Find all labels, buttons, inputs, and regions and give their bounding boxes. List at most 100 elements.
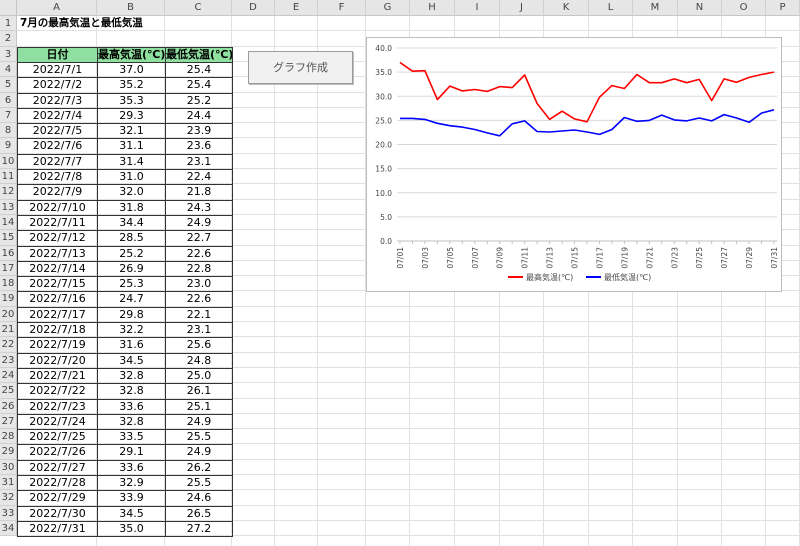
row-header-10[interactable]: 10 [0,154,17,169]
cell-min-temp[interactable]: 21.8 [165,184,233,201]
row-header-22[interactable]: 22 [0,337,17,353]
cell-max-temp[interactable]: 31.6 [97,337,166,354]
cell-max-temp[interactable]: 33.6 [97,460,166,476]
header-max-temp[interactable]: 最高気温(℃) [97,47,166,63]
column-header-b[interactable]: B [97,0,165,16]
row-header-29[interactable]: 29 [0,444,17,460]
cell-date[interactable]: 2022/7/23 [17,399,98,415]
cell-max-temp[interactable]: 34.5 [97,353,166,369]
cell-max-temp[interactable]: 32.0 [97,184,166,201]
column-header-c[interactable]: C [165,0,232,16]
column-header-l[interactable]: L [589,0,633,16]
cell-max-temp[interactable]: 32.8 [97,383,166,400]
cell-min-temp[interactable]: 24.9 [165,215,233,231]
cell-max-temp[interactable]: 32.1 [97,123,166,139]
cell-min-temp[interactable]: 24.3 [165,200,233,216]
header-date[interactable]: 日付 [17,47,98,63]
cell-min-temp[interactable]: 26.5 [165,506,233,522]
cell-min-temp[interactable]: 26.1 [165,383,233,400]
cell-max-temp[interactable]: 31.8 [97,200,166,216]
cell-date[interactable]: 2022/7/27 [17,460,98,476]
row-header-12[interactable]: 12 [0,184,17,200]
column-header-k[interactable]: K [544,0,589,16]
cell-max-temp[interactable]: 29.3 [97,108,166,124]
row-header-17[interactable]: 17 [0,261,17,276]
cell-max-temp[interactable]: 33.6 [97,399,166,415]
cell-min-temp[interactable]: 22.1 [165,307,233,323]
cell-min-temp[interactable]: 22.6 [165,291,233,308]
row-header-11[interactable]: 11 [0,169,17,184]
cell-date[interactable]: 2022/7/20 [17,353,98,369]
row-header-9[interactable]: 9 [0,138,17,154]
column-header-e[interactable]: E [275,0,318,16]
cell-max-temp[interactable]: 32.8 [97,414,166,430]
cell-min-temp[interactable]: 25.1 [165,399,233,415]
cell-date[interactable]: 2022/7/11 [17,215,98,231]
cell-date[interactable]: 2022/7/13 [17,246,98,262]
cell-min-temp[interactable]: 22.4 [165,169,233,185]
row-header-2[interactable]: 2 [0,31,17,47]
cell-min-temp[interactable]: 25.5 [165,475,233,491]
cell-date[interactable]: 2022/7/12 [17,230,98,247]
row-header-13[interactable]: 13 [0,200,17,215]
row-header-19[interactable]: 19 [0,291,17,307]
cell-date[interactable]: 2022/7/4 [17,108,98,124]
row-header-26[interactable]: 26 [0,399,17,414]
cell-max-temp[interactable]: 26.9 [97,261,166,277]
row-header-31[interactable]: 31 [0,475,17,490]
create-chart-button[interactable]: グラフ作成 [248,51,353,84]
cell-max-temp[interactable]: 25.2 [97,246,166,262]
cell-min-temp[interactable]: 25.4 [165,62,233,78]
cell-max-temp[interactable]: 35.0 [97,521,166,537]
row-header-20[interactable]: 20 [0,307,17,322]
row-header-18[interactable]: 18 [0,276,17,291]
cell-date[interactable]: 2022/7/1 [17,62,98,78]
cell-date[interactable]: 2022/7/30 [17,506,98,522]
cell-min-temp[interactable]: 24.4 [165,108,233,124]
column-header-m[interactable]: M [633,0,678,16]
column-header-o[interactable]: O [722,0,766,16]
cell-min-temp[interactable]: 22.6 [165,246,233,262]
column-header-h[interactable]: H [410,0,455,16]
cell-min-temp[interactable]: 26.2 [165,460,233,476]
cell-min-temp[interactable]: 25.2 [165,93,233,109]
select-all-corner[interactable] [0,0,17,16]
row-header-30[interactable]: 30 [0,460,17,475]
cell-max-temp[interactable]: 34.5 [97,506,166,522]
row-header-27[interactable]: 27 [0,414,17,429]
column-header-i[interactable]: I [455,0,500,16]
cell-max-temp[interactable]: 25.3 [97,276,166,292]
cell-date[interactable]: 2022/7/9 [17,184,98,201]
column-header-j[interactable]: J [500,0,544,16]
cell-min-temp[interactable]: 25.0 [165,368,233,384]
cell-max-temp[interactable]: 31.4 [97,154,166,170]
cell-max-temp[interactable]: 32.9 [97,475,166,491]
cell-date[interactable]: 2022/7/10 [17,200,98,216]
row-header-34[interactable]: 34 [0,521,17,536]
cell-date[interactable]: 2022/7/5 [17,123,98,139]
column-header-f[interactable]: F [318,0,366,16]
cell-max-temp[interactable]: 29.8 [97,307,166,323]
cell-min-temp[interactable]: 23.0 [165,276,233,292]
cell-max-temp[interactable]: 31.1 [97,138,166,155]
row-header-25[interactable]: 25 [0,383,17,399]
row-header-4[interactable]: 4 [0,62,17,77]
row-header-23[interactable]: 23 [0,353,17,368]
cell-min-temp[interactable]: 22.7 [165,230,233,247]
cell-min-temp[interactable]: 24.9 [165,414,233,430]
cell-date[interactable]: 2022/7/29 [17,490,98,507]
row-header-6[interactable]: 6 [0,93,17,108]
cell-min-temp[interactable]: 23.1 [165,322,233,338]
cell-date[interactable]: 2022/7/24 [17,414,98,430]
cell-max-temp[interactable]: 35.3 [97,93,166,109]
row-header-14[interactable]: 14 [0,215,17,230]
cell-min-temp[interactable]: 25.6 [165,337,233,354]
cell-date[interactable]: 2022/7/28 [17,475,98,491]
column-header-a[interactable]: A [17,0,97,16]
cell-min-temp[interactable]: 22.8 [165,261,233,277]
row-header-15[interactable]: 15 [0,230,17,246]
column-header-g[interactable]: G [366,0,410,16]
row-header-28[interactable]: 28 [0,429,17,444]
cell-min-temp[interactable]: 24.9 [165,444,233,461]
cell-max-temp[interactable]: 35.2 [97,77,166,94]
